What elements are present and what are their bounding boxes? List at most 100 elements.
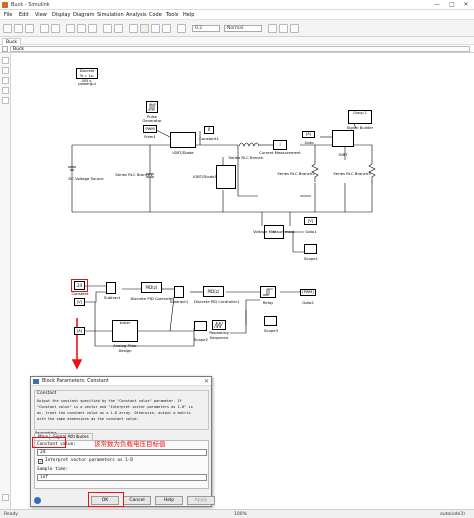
- model-settings-icon[interactable]: [114, 24, 123, 33]
- area-icon[interactable]: [2, 97, 9, 104]
- repeating-sequence-block[interactable]: [212, 320, 226, 330]
- current-measurement-block[interactable]: i: [273, 140, 287, 150]
- scope2-block[interactable]: [194, 321, 207, 331]
- menu-view[interactable]: View: [35, 12, 47, 18]
- subtract1-block[interactable]: [174, 286, 184, 298]
- simulation-mode-select[interactable]: Normal: [224, 25, 262, 32]
- close-button[interactable]: ✕: [459, 1, 473, 9]
- series-rlc-branch-label: Series RLC Branch: [228, 155, 264, 160]
- library-icon[interactable]: [103, 24, 112, 33]
- save-icon[interactable]: [25, 24, 34, 33]
- menu-analysis[interactable]: Analysis: [126, 12, 147, 18]
- menu-tools[interactable]: Tools: [166, 12, 178, 18]
- series-rlc-branch1-label: Series RLC Branch1: [115, 172, 153, 177]
- series-rlc-branch3-label: Series RLC Branch3: [333, 171, 371, 176]
- discrete-pid1-block[interactable]: PID(z): [203, 286, 224, 297]
- data-inspector-icon[interactable]: [290, 24, 299, 33]
- new-model-icon[interactable]: [3, 24, 12, 33]
- scope3-block[interactable]: [264, 316, 277, 326]
- pulse-generator-label-2: Generator: [142, 118, 162, 123]
- model-tab-strip: Buck: [0, 37, 474, 45]
- dc-voltage-source-block[interactable]: [67, 163, 77, 175]
- igbt-block[interactable]: [332, 130, 354, 147]
- step-forward-icon[interactable]: [151, 24, 160, 33]
- dialog-close-icon[interactable]: ✕: [204, 377, 209, 386]
- constant1-label: Constant1: [199, 136, 219, 141]
- menu-code[interactable]: Code: [149, 12, 162, 18]
- analog-filter-design-label-1: Analog Filter Design: [113, 343, 137, 353]
- constant-value-highlight: [32, 437, 66, 448]
- discrete-pid-block[interactable]: PID(z): [141, 282, 162, 293]
- help-button[interactable]: Help: [155, 496, 183, 505]
- goto-label: Goto: [304, 140, 314, 145]
- constant-value-input[interactable]: 24: [37, 449, 207, 456]
- step-back-icon[interactable]: [129, 24, 138, 33]
- sample-time-label: Sample time:: [37, 467, 69, 472]
- signal-builder-block[interactable]: Group 1: [348, 110, 372, 124]
- goto2-block[interactable]: [PWM]: [300, 289, 316, 296]
- goto-block[interactable]: [A]: [302, 131, 315, 138]
- solver-name[interactable]: auto(ode3): [440, 512, 465, 517]
- title-bar: Buck - Simulink — □ ✕: [0, 0, 474, 10]
- menu-diagram[interactable]: Diagram: [73, 12, 94, 18]
- description-line-1: Output the constant specified by the "Co…: [37, 399, 182, 403]
- apply-button[interactable]: Apply: [187, 496, 215, 505]
- from1-label: From1: [144, 134, 156, 139]
- from-v-block[interactable]: [V]: [74, 298, 85, 306]
- igbt-diode-block[interactable]: [170, 132, 196, 148]
- model-path[interactable]: Buck: [10, 46, 470, 52]
- fit-view-icon[interactable]: [2, 67, 9, 74]
- menu-edit[interactable]: Edit: [19, 12, 29, 18]
- scope3-label: Scope3: [264, 328, 278, 333]
- status-bar: Ready 100% auto(ode3): [0, 509, 474, 518]
- record-icon[interactable]: [177, 24, 186, 33]
- from1-pwm-block[interactable]: PWM: [143, 125, 157, 133]
- constant1-block[interactable]: 0: [204, 126, 214, 134]
- goto1-block[interactable]: [V]: [304, 217, 317, 225]
- menu-file[interactable]: File: [4, 12, 12, 18]
- menu-simulation[interactable]: Simulation: [97, 12, 124, 18]
- model-advisor-icon[interactable]: [268, 24, 277, 33]
- redo-icon[interactable]: [51, 24, 60, 33]
- repeating-sequence-label: Repeating Sequence: [209, 330, 229, 340]
- sample-time-input[interactable]: inf: [37, 474, 207, 481]
- toolbar: 0.2 Normal: [0, 19, 474, 37]
- minimize-button[interactable]: —: [430, 1, 444, 9]
- description-group: Constant Output the constant specified b…: [34, 390, 209, 430]
- menu-help[interactable]: Help: [183, 12, 194, 18]
- image-icon[interactable]: [2, 87, 9, 94]
- cancel-button[interactable]: Cancel: [123, 496, 151, 505]
- series-rlc-branch-block[interactable]: [238, 140, 260, 148]
- up-icon[interactable]: [88, 24, 97, 33]
- hide-panel-icon[interactable]: [2, 494, 9, 501]
- description-line-3: on, treat the constant value as a 1-D ar…: [37, 411, 191, 415]
- scope1-block[interactable]: [304, 244, 317, 254]
- powergui-block[interactable]: Discrete Ts = 1e-005 s.: [76, 68, 98, 83]
- stop-time-input[interactable]: 0.2: [192, 25, 220, 32]
- from-a-block[interactable]: [A]: [74, 327, 85, 335]
- zoom-icon[interactable]: [2, 57, 9, 64]
- relay-block[interactable]: [260, 286, 276, 298]
- annotation-icon[interactable]: [2, 77, 9, 84]
- help-circle-icon[interactable]: [34, 497, 41, 504]
- hide-browser-icon[interactable]: [2, 46, 8, 52]
- dialog-title-bar[interactable]: Block Parameters: Constant ✕: [31, 377, 211, 386]
- interpret-vector-checkbox[interactable]: ✓: [38, 459, 43, 464]
- signal-builder-label: Signal Builder: [346, 125, 374, 130]
- undo-icon[interactable]: [40, 24, 49, 33]
- build-icon[interactable]: [279, 24, 288, 33]
- open-icon[interactable]: [14, 24, 23, 33]
- run-icon[interactable]: [140, 24, 149, 33]
- stop-icon[interactable]: [162, 24, 171, 33]
- analog-filter-design-block[interactable]: butter: [112, 320, 138, 342]
- pulse-generator-block[interactable]: [146, 101, 158, 113]
- tab-buck[interactable]: Buck: [2, 38, 22, 45]
- voltage-measurement-label: Voltage Measurement: [253, 229, 295, 234]
- subtract-block[interactable]: [106, 282, 116, 294]
- forward-icon[interactable]: [77, 24, 86, 33]
- maximize-button[interactable]: □: [445, 1, 459, 9]
- back-icon[interactable]: [66, 24, 75, 33]
- powergui-label: powergui: [78, 81, 96, 86]
- igbt-diode-label: IGBT/Diode: [172, 150, 194, 155]
- menu-display[interactable]: Display: [52, 12, 70, 18]
